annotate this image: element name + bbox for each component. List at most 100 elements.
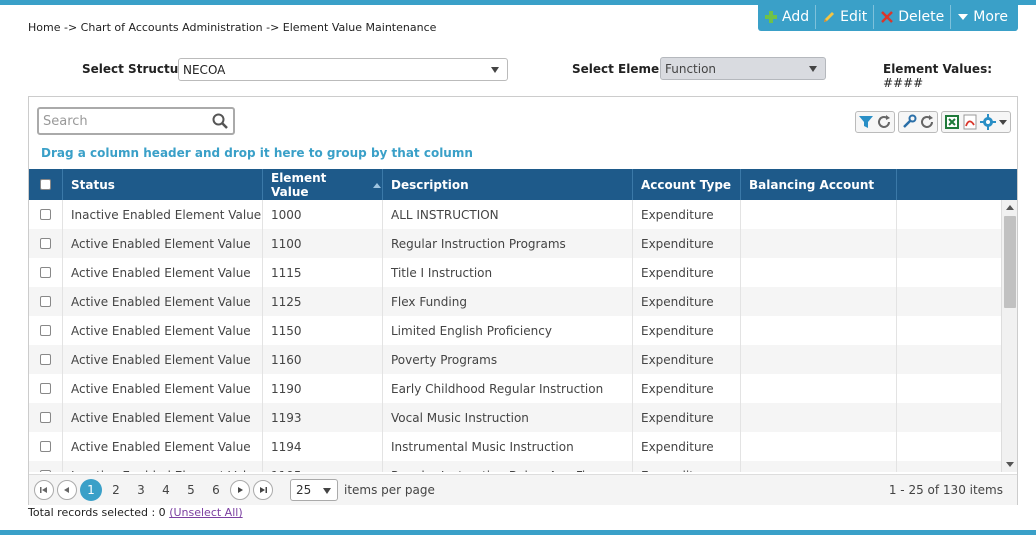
cell-status: Active Enabled Element Value xyxy=(63,345,263,374)
edit-button[interactable]: Edit xyxy=(816,5,875,29)
structure-select[interactable]: NECOA xyxy=(178,58,508,81)
element-select[interactable]: Function xyxy=(660,57,826,80)
action-toolbar: Add Edit Delete More xyxy=(758,3,1018,31)
caret-down-icon xyxy=(958,14,969,20)
table-row[interactable]: Active Enabled Element Value 1115 Title I … xyxy=(29,258,1001,287)
cell-filler xyxy=(897,200,1001,229)
search-input[interactable] xyxy=(43,110,213,132)
row-checkbox[interactable] xyxy=(40,238,51,249)
table-row[interactable]: Active Enabled Element Value 1190 Early Ch… xyxy=(29,374,1001,403)
row-checkbox[interactable] xyxy=(40,296,51,307)
cell-balancing-account xyxy=(741,374,897,403)
structure-select-value: NECOA xyxy=(183,63,226,77)
column-header-element-value-label: Element Value xyxy=(271,170,327,199)
table-row[interactable]: Active Enabled Element Value 1100 Regular … xyxy=(29,229,1001,258)
column-header-description[interactable]: Description xyxy=(383,169,633,200)
vertical-scrollbar[interactable] xyxy=(1001,200,1017,472)
table-row[interactable]: Active Enabled Element Value 1193 Vocal Mu… xyxy=(29,403,1001,432)
column-header-filler xyxy=(897,169,1017,200)
page-numbers: 123456 xyxy=(80,479,230,501)
page-number-button[interactable]: 3 xyxy=(130,479,152,501)
select-all-checkbox[interactable] xyxy=(40,179,51,190)
delete-button[interactable]: Delete xyxy=(874,5,952,29)
grid-body: Inactive Enabled Element Value 1000 ALL IN… xyxy=(29,200,1001,472)
delete-button-label: Delete xyxy=(898,9,945,25)
gear-icon[interactable] xyxy=(980,114,996,130)
wrench-icon[interactable] xyxy=(901,114,917,130)
column-header-balancing-account[interactable]: Balancing Account xyxy=(741,169,897,200)
page-number-button[interactable]: 1 xyxy=(80,479,102,501)
page-size-value: 25 xyxy=(296,483,312,497)
plus-icon xyxy=(765,11,777,23)
scroll-up-icon[interactable] xyxy=(1006,205,1014,210)
row-checkbox[interactable] xyxy=(40,412,51,423)
pager: 123456 25 items per page 1 - 25 of 130 i… xyxy=(29,474,1017,505)
cell-balancing-account xyxy=(741,316,897,345)
cell-balancing-account xyxy=(741,258,897,287)
table-row[interactable]: Inactive Enabled Element Value1195Regula… xyxy=(29,461,1001,472)
first-page-button[interactable] xyxy=(34,480,54,500)
cell-element-value: 1115 xyxy=(263,258,383,287)
cell-filler xyxy=(897,229,1001,258)
cell-status: Inactive Enabled Element Value xyxy=(63,461,263,472)
cell-account-type: Expenditure xyxy=(633,374,741,403)
page-number-button[interactable]: 4 xyxy=(155,479,177,501)
page-number-button[interactable]: 6 xyxy=(205,479,227,501)
magnifier-icon[interactable] xyxy=(211,112,229,130)
row-checkbox[interactable] xyxy=(40,470,51,472)
more-button[interactable]: More xyxy=(951,5,1014,29)
row-checkbox[interactable] xyxy=(40,325,51,336)
caret-down-icon[interactable] xyxy=(998,114,1008,130)
next-page-button[interactable] xyxy=(230,480,250,500)
unselect-all-link[interactable]: (Unselect All) xyxy=(169,506,242,519)
table-row[interactable]: Active Enabled Element Value 1160 Poverty … xyxy=(29,345,1001,374)
row-checkbox[interactable] xyxy=(40,441,51,452)
page-number-button[interactable]: 2 xyxy=(105,479,127,501)
cell-balancing-account xyxy=(741,345,897,374)
column-header-status[interactable]: Status xyxy=(63,169,263,200)
cell-element-value: 1150 xyxy=(263,316,383,345)
pdf-icon[interactable] xyxy=(962,114,978,130)
table-row[interactable]: Active Enabled Element Value 1194 Instrume… xyxy=(29,432,1001,461)
cell-balancing-account xyxy=(741,229,897,258)
scroll-thumb[interactable] xyxy=(1004,216,1016,308)
table-row[interactable]: Active Enabled Element Value 1150 Limited … xyxy=(29,316,1001,345)
element-values-readout: Element Values: #### xyxy=(883,62,1036,90)
cell-account-type: Expenditure xyxy=(633,229,741,258)
cell-element-value: 1100 xyxy=(263,229,383,258)
add-button[interactable]: Add xyxy=(758,5,817,29)
cell-description: ALL INSTRUCTION xyxy=(383,200,633,229)
page-number-button[interactable]: 5 xyxy=(180,479,202,501)
first-page-icon xyxy=(40,487,47,493)
column-header-element-value[interactable]: Element Value xyxy=(263,169,383,200)
refresh-icon[interactable] xyxy=(876,114,892,130)
table-row[interactable]: Active Enabled Element Value 1125 Flex Fun… xyxy=(29,287,1001,316)
cell-status: Active Enabled Element Value xyxy=(63,287,263,316)
chevron-down-icon xyxy=(323,488,331,494)
cell-description: Early Childhood Regular Instruction xyxy=(383,374,633,403)
cell-filler xyxy=(897,287,1001,316)
refresh-icon[interactable] xyxy=(919,114,935,130)
prev-page-button[interactable] xyxy=(57,480,77,500)
group-by-hint[interactable]: Drag a column header and drop it here to… xyxy=(41,146,473,160)
table-row[interactable]: Inactive Enabled Element Value 1000 ALL IN… xyxy=(29,200,1001,229)
filter-icon[interactable] xyxy=(858,114,874,130)
cell-account-type: Expenditure xyxy=(633,316,741,345)
records-selected: Total records selected : 0 (Unselect All… xyxy=(28,506,243,519)
cell-balancing-account xyxy=(741,461,897,472)
row-checkbox-cell xyxy=(29,345,63,374)
excel-icon[interactable] xyxy=(944,114,960,130)
cell-description: Limited English Proficiency xyxy=(383,316,633,345)
cell-balancing-account xyxy=(741,200,897,229)
row-checkbox[interactable] xyxy=(40,383,51,394)
column-header-account-type[interactable]: Account Type xyxy=(633,169,741,200)
row-checkbox[interactable] xyxy=(40,209,51,220)
edit-button-label: Edit xyxy=(840,9,868,25)
page-size-select[interactable]: 25 xyxy=(290,479,338,501)
cell-description: Poverty Programs xyxy=(383,345,633,374)
scroll-down-icon[interactable] xyxy=(1006,462,1014,467)
pager-info: 1 - 25 of 130 items xyxy=(888,483,1003,497)
last-page-button[interactable] xyxy=(253,480,273,500)
row-checkbox[interactable] xyxy=(40,354,51,365)
row-checkbox[interactable] xyxy=(40,267,51,278)
